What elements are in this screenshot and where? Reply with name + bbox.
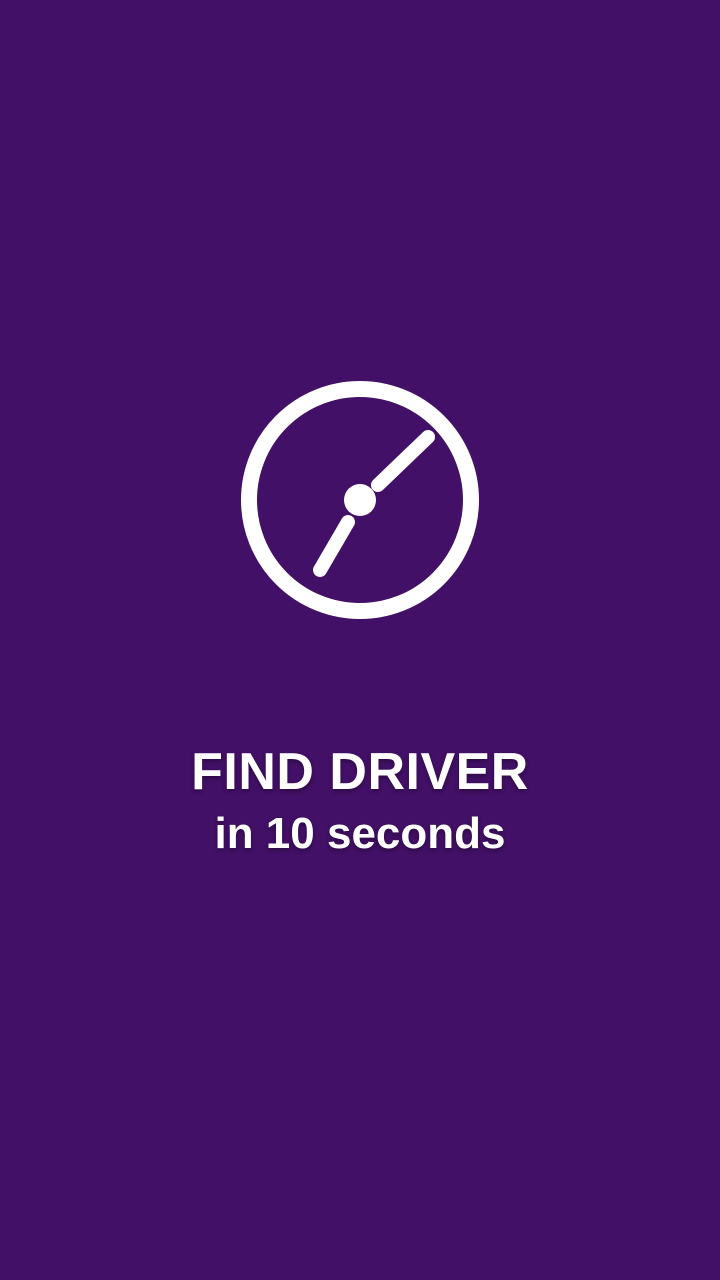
clock-icon [240, 380, 480, 620]
splash-subtitle: in 10 seconds [214, 809, 506, 858]
splash-title: FIND DRIVER [191, 743, 529, 801]
splash-screen: FIND DRIVER in 10 seconds [0, 0, 720, 1280]
